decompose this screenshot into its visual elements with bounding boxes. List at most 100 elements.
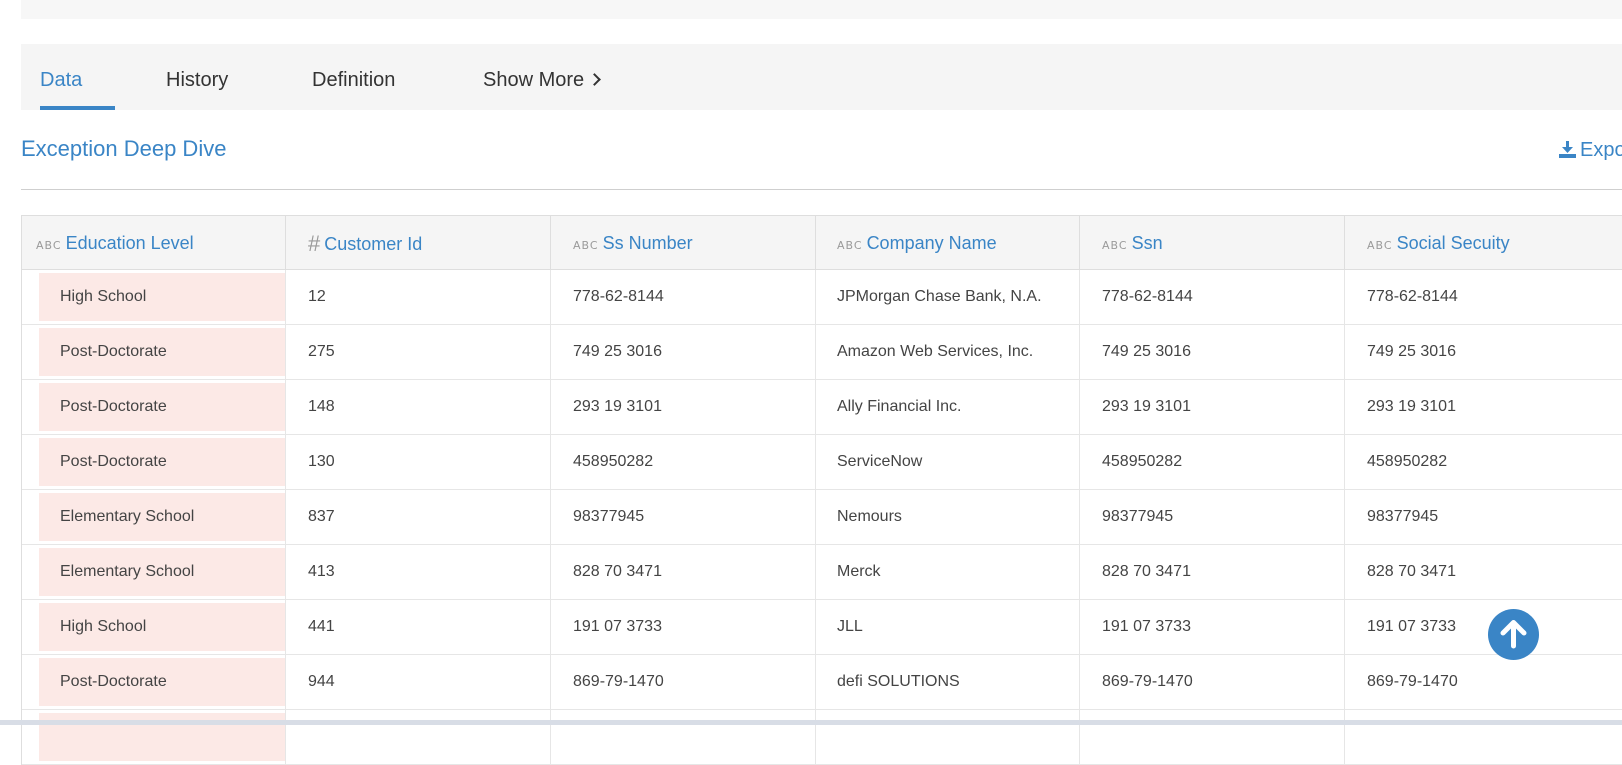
export-label: Expo [1580,139,1622,161]
exception-highlight: High School [39,273,285,321]
cell-education-level: High School [22,600,286,654]
table-row[interactable]: Elementary School 413 828 70 3471 Merck 828 … [22,545,1622,600]
arrow-up-icon [1500,620,1527,649]
cell-social-secuity: 778-62-8144 [1367,288,1458,305]
text-type-icon: ABC [1102,239,1128,252]
cell-ssn: 778-62-8144 [1080,270,1345,324]
cell-ssn: 828 70 3471 [1080,545,1345,599]
tab-history-label: History [166,69,229,91]
column-header-company-name[interactable]: ABC Company Name [816,216,1080,269]
tab-show-more-label: Show More [483,69,585,91]
cell-customer-id: 837 [286,490,551,544]
window-bottom-edge [0,720,1622,725]
cell-ssn: 458950282 [1080,435,1345,489]
exception-highlight: Post-Doctorate [39,383,285,431]
table-row[interactable]: High School 441 191 07 3733 JLL 191 07 3733 1… [22,600,1622,655]
cell-education-level: Post-Doctorate [22,325,286,379]
exception-highlight: Post-Doctorate [39,328,285,376]
table-header: ABC Education Level # Customer Id ABC Ss Nu… [22,216,1622,270]
cell-education-level: Post-Doctorate [22,380,286,434]
exception-highlight: Elementary School [39,548,285,596]
cell-education-level: Elementary School [22,490,286,544]
export-button[interactable]: Expo [1559,139,1622,162]
cell-social-secuity: 191 07 3733 [1367,618,1456,635]
cell-ssn: 98377945 [1080,490,1345,544]
cell-customer-id: 275 [286,325,551,379]
column-header-label: Ssn [1131,233,1163,253]
section-title: Exception Deep Dive [21,136,227,161]
cell-company-name: ServiceNow [816,435,1080,489]
tab-data-label: Data [40,69,83,91]
table-row[interactable]: Elementary School 837 98377945 Nemours 98377… [22,490,1622,545]
top-strip [21,0,1622,19]
cell-ssn: 749 25 3016 [1080,325,1345,379]
tab-data[interactable]: Data [40,44,115,110]
download-icon [1559,141,1576,158]
exception-highlight: Post-Doctorate [39,658,285,706]
column-header-ssn[interactable]: ABC Ssn [1080,216,1345,269]
table-row[interactable]: Post-Doctorate 148 293 19 3101 Ally Financi… [22,380,1622,435]
cell-ss-number: 98377945 [551,490,816,544]
cell-social-secuity: 749 25 3016 [1367,343,1456,360]
column-header-customer-id[interactable]: # Customer Id [286,216,551,269]
tab-bar: Data History Definition Show More [21,44,1622,110]
tab-show-more[interactable]: Show More [483,44,602,110]
cell-company-name: defi SOLUTIONS [816,655,1080,709]
cell-ss-number: 828 70 3471 [551,545,816,599]
column-header-label: Customer Id [324,234,423,254]
table-row[interactable]: Post-Doctorate 130 458950282 ServiceNow 4589… [22,435,1622,490]
cell-education-level: Post-Doctorate [22,655,286,709]
cell-company-name: Ally Financial Inc. [816,380,1080,434]
cell-social-secuity: 828 70 3471 [1367,563,1456,580]
column-header-label: Social Secuity [1396,233,1510,253]
exception-highlight: Elementary School [39,493,285,541]
column-header-ss-number[interactable]: ABC Ss Number [551,216,816,269]
cell-company-name [816,710,1080,764]
cell-ss-number [551,710,816,764]
cell-social-secuity: 293 19 3101 [1367,398,1456,415]
cell-ss-number: 191 07 3733 [551,600,816,654]
text-type-icon: ABC [837,239,863,252]
cell-customer-id: 944 [286,655,551,709]
cell-social-secuity: 869-79-1470 [1367,673,1458,690]
cell-education-level: Post-Doctorate [22,435,286,489]
active-tab-indicator [40,106,115,110]
cell-ssn [1080,710,1345,764]
cell-ssn: 191 07 3733 [1080,600,1345,654]
cell-ss-number: 749 25 3016 [551,325,816,379]
cell-customer-id: 441 [286,600,551,654]
table-row[interactable]: Post-Doctorate 944 869-79-1470 defi SOLUTIO… [22,655,1622,710]
table-row[interactable] [22,710,1622,765]
section-divider [21,189,1622,190]
cell-ss-number: 778-62-8144 [551,270,816,324]
column-header-label: Company Name [866,233,997,253]
table-body: High School 12 778-62-8144 JPMorgan Chase B… [22,270,1622,765]
cell-company-name: Merck [816,545,1080,599]
cell-company-name: JPMorgan Chase Bank, N.A. [816,270,1080,324]
cell-ss-number: 293 19 3101 [551,380,816,434]
cell-customer-id: 12 [286,270,551,324]
column-header-education-level[interactable]: ABC Education Level [22,216,286,269]
cell-social-secuity: 98377945 [1367,508,1439,525]
table-row[interactable]: Post-Doctorate 275 749 25 3016 Amazon Web S… [22,325,1622,380]
cell-customer-id: 413 [286,545,551,599]
cell-social-secuity [1345,710,1622,764]
data-table: ABC Education Level # Customer Id ABC Ss Nu… [21,215,1622,765]
cell-company-name: JLL [816,600,1080,654]
text-type-icon: ABC [573,239,599,252]
cell-ssn: 293 19 3101 [1080,380,1345,434]
cell-company-name: Amazon Web Services, Inc. [816,325,1080,379]
scroll-to-top-button[interactable] [1488,609,1539,660]
tab-definition[interactable]: Definition [312,44,395,110]
tab-history[interactable]: History [166,44,228,110]
cell-social-secuity: 458950282 [1367,453,1448,470]
cell-customer-id: 148 [286,380,551,434]
chevron-right-icon [588,73,602,86]
cell-education-level [22,710,286,764]
column-header-social-secuity[interactable]: ABC Social Secuity [1345,216,1622,269]
column-header-label: Ss Number [602,233,693,253]
text-type-icon: ABC [1367,239,1393,252]
text-type-icon: ABC [36,239,62,252]
exception-highlight: Post-Doctorate [39,438,285,486]
table-row[interactable]: High School 12 778-62-8144 JPMorgan Chase B… [22,270,1622,325]
